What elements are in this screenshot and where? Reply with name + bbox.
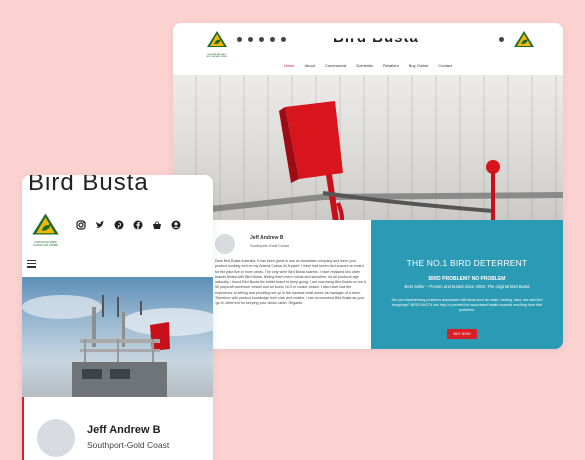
mobile-hero-image — [22, 277, 213, 397]
testimonial-name: Jeff Andrew B — [250, 235, 284, 241]
logo-caption: AUSTRALIAN MADE AUSTRALIAN OWNED — [206, 54, 228, 58]
avatar — [37, 419, 75, 457]
twitter-icon[interactable] — [95, 220, 105, 230]
kangaroo-triangle-icon — [32, 213, 59, 235]
mobile-header-icons — [76, 220, 181, 230]
boat-mast-illustration — [22, 295, 213, 397]
testimonial-card: Jeff Andrew B Southport-Gold Coast Dear … — [201, 220, 371, 349]
buy-now-button[interactable]: BUY NOW — [447, 329, 477, 339]
twitter-icon[interactable] — [248, 37, 253, 42]
kangaroo-triangle-icon — [514, 31, 534, 47]
testimonial-name: Jeff Andrew B — [87, 424, 161, 436]
testimonial-location: Southport-Gold Coast — [250, 243, 289, 248]
nav-home[interactable]: Home — [284, 63, 295, 68]
kangaroo-triangle-icon — [207, 31, 227, 47]
pinterest-icon[interactable] — [114, 220, 124, 230]
hamburger-menu-icon[interactable] — [27, 260, 36, 270]
australian-made-logo-right[interactable] — [513, 30, 535, 53]
basket-icon[interactable] — [281, 37, 286, 42]
desktop-preview: AUSTRALIAN MADE AUSTRALIAN OWNED Bird Bu… — [173, 23, 563, 349]
nav-domestic[interactable]: Domestic — [356, 63, 373, 68]
mobile-preview: Bird Busta AUSTRALIAN MADE AUSTRALIAN OW… — [22, 175, 213, 460]
instagram-icon[interactable] — [237, 37, 242, 42]
site-title-mobile: Bird Busta — [28, 175, 149, 196]
australian-made-logo-mobile[interactable]: AUSTRALIAN MADE AUSTRALIAN OWNED — [31, 212, 60, 247]
australian-made-logo[interactable]: AUSTRALIAN MADE AUSTRALIAN OWNED — [206, 30, 228, 58]
testimonial-text: Dear Bird Busta Australia, It has been g… — [215, 259, 366, 306]
testimonial-card-mobile: Jeff Andrew B Southport-Gold Coast — [22, 397, 213, 460]
site-title: Bird Busta — [333, 29, 419, 46]
nav-buy-online[interactable]: Buy Online — [409, 63, 429, 68]
social-links — [237, 37, 286, 42]
promo-text: Are you experiencing problems associated… — [391, 298, 543, 313]
facebook-icon[interactable] — [133, 220, 143, 230]
promo-headline: THE NO.1 BIRD DETERRENT — [406, 258, 528, 268]
promo-tagline: Best Seller – Proven and tested since 20… — [404, 284, 530, 289]
main-nav: Home About Commercial Domestic Retailers… — [173, 63, 563, 68]
nav-retailers[interactable]: Retailers — [383, 63, 399, 68]
facebook-icon[interactable] — [270, 37, 275, 42]
site-header: AUSTRALIAN MADE AUSTRALIAN OWNED Bird Bu… — [173, 23, 563, 79]
promo-subheadline: BIRD PROBLEM? NO PROBLEM — [428, 276, 506, 282]
user-icon[interactable] — [499, 37, 504, 42]
nav-contact[interactable]: Contact — [438, 63, 452, 68]
logo-caption: AUSTRALIAN MADE AUSTRALIAN OWNED — [33, 241, 58, 247]
testimonial-location: Southport-Gold Coast — [87, 440, 170, 450]
promo-panel: THE NO.1 BIRD DETERRENT BIRD PROBLEM? NO… — [371, 220, 563, 349]
pinterest-icon[interactable] — [259, 37, 264, 42]
user-icon[interactable] — [171, 220, 181, 230]
nav-about[interactable]: About — [305, 63, 315, 68]
nav-commercial[interactable]: Commercial — [325, 63, 346, 68]
avatar — [215, 234, 235, 254]
instagram-icon[interactable] — [76, 220, 86, 230]
basket-icon[interactable] — [152, 220, 162, 230]
